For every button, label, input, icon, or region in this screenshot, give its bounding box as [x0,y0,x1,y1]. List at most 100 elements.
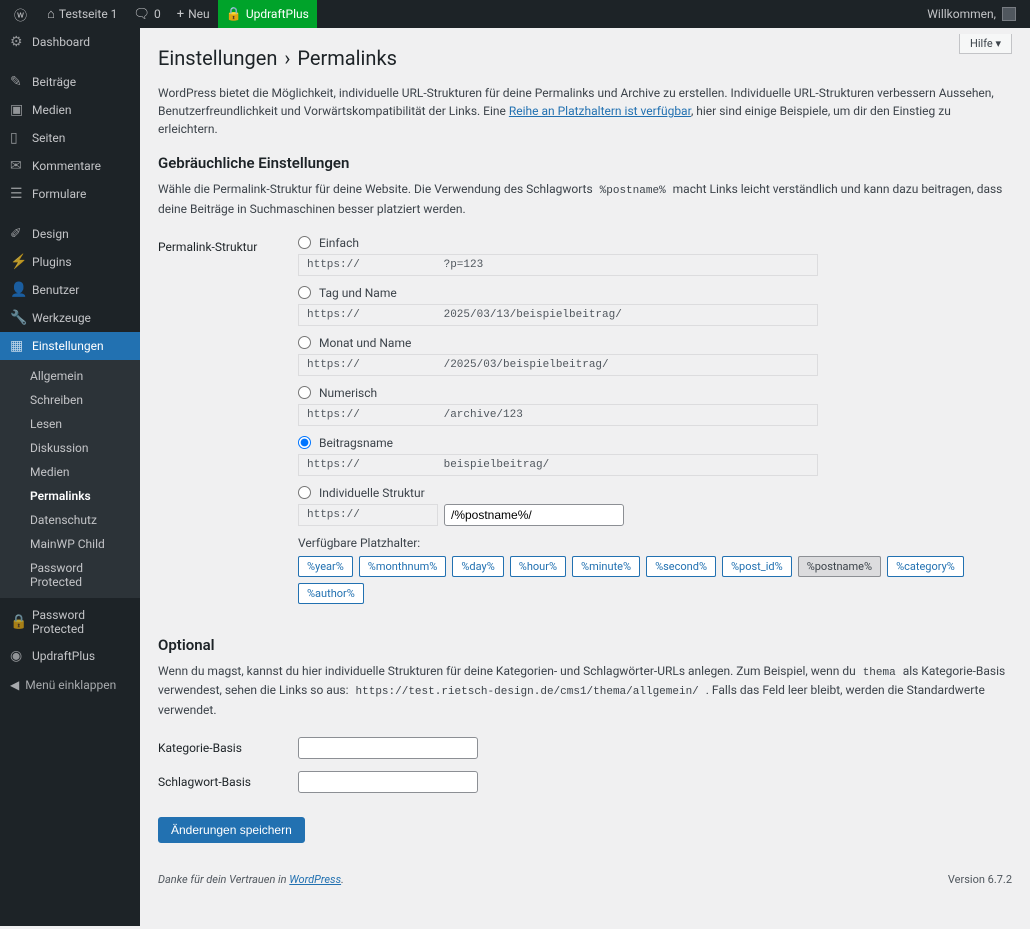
placeholders-label: Verfügbare Platzhalter: [298,536,1012,550]
permalink-radio[interactable] [298,286,311,299]
permalink-option-row: Individuelle Struktur https:// Verfügbare … [298,486,1012,604]
menu-item-benutzer[interactable]: 👤 Benutzer [0,276,140,304]
placeholders-doc-link[interactable]: Reihe an Platzhaltern ist verfügbar [509,104,691,118]
comment-icon: 🗨 [133,7,150,22]
menu-item-updraftplus[interactable]: ◉UpdraftPlus [0,642,140,670]
optional-desc: Wenn du magst, kannst du hier individuel… [158,662,1012,719]
permalink-option-label[interactable]: Tag und Name [298,286,1012,300]
comments-menu[interactable]: 🗨0 [125,0,168,28]
permalink-option-row: Tag und Namehttps:// 2025/03/13/beispiel… [298,286,1012,326]
url-preview: https:// /archive/123 [298,404,818,426]
menu-item-werkzeuge[interactable]: 🔧 Werkzeuge [0,304,140,332]
submenu-item-password protected[interactable]: Password Protected [0,556,140,594]
site-name-menu[interactable]: ⌂ Testseite 1 [39,0,125,28]
submenu-item-diskussion[interactable]: Diskussion [0,436,140,460]
menu-item-beiträge[interactable]: ✎Beiträge [0,68,140,96]
url-prefix: https:// [298,504,438,526]
updraft-label: UpdraftPlus [246,7,309,21]
menu-item-medien[interactable]: ▣Medien [0,96,140,124]
url-preview: https:// beispielbeitrag/ [298,454,818,476]
comments-count: 0 [154,7,161,21]
Kommentare-icon: ✉ [10,158,26,174]
permalink-option-row: Einfach https:// ?p=123 [298,236,1012,276]
permalink-radio[interactable] [298,386,311,399]
submenu-item-lesen[interactable]: Lesen [0,412,140,436]
placeholder-tag[interactable]: %day% [452,556,503,577]
placeholder-tag[interactable]: %post_id% [722,556,792,577]
Dashboard-icon: ⚙ [10,34,26,50]
permalink-option-label[interactable]: Individuelle Struktur [298,486,1012,500]
Formulare-icon: ☰ [10,186,26,202]
Einstellungen-icon: ▦ [10,338,26,354]
placeholder-tag[interactable]: %postname% [798,556,881,577]
UpdraftPlus-icon: ◉ [10,648,26,664]
wordpress-link[interactable]: WordPress [289,873,341,886]
common-settings-desc: Wähle die Permalink-Struktur für deine W… [158,180,1012,218]
menu-item-einstellungen[interactable]: ▦Einstellungen [0,332,140,360]
submenu-item-schreiben[interactable]: Schreiben [0,388,140,412]
category-base-input[interactable] [298,737,478,759]
permalink-radio[interactable] [298,486,311,499]
permalink-option-label[interactable]: Numerisch [298,386,1012,400]
version-text: Version 6.7.2 [948,873,1012,886]
tag-base-input[interactable] [298,771,478,793]
Design-icon: ✐ [10,226,26,242]
site-name: Testseite 1 [59,7,118,21]
intro-text: WordPress bietet die Möglichkeit, indivi… [158,84,1012,138]
url-preview: https:// /2025/03/beispielbeitrag/ [298,354,818,376]
placeholder-tag[interactable]: %second% [646,556,716,577]
structure-label: Permalink-Struktur [158,230,298,620]
lock-icon: 🔒 [226,7,242,22]
admin-bar: ⓦ ⌂Testseite 1 🗨0 +Neu 🔒UpdraftPlus Will… [0,0,1030,28]
placeholder-tag[interactable]: %monthnum% [359,556,447,577]
menu-item-kommentare[interactable]: ✉Kommentare [0,152,140,180]
save-button[interactable]: Änderungen speichern [158,817,305,843]
wordpress-icon: ⓦ [14,5,27,24]
home-icon: ⌂ [47,6,55,22]
updraft-menu[interactable]: 🔒 UpdraftPlus [218,0,317,28]
submenu-item-mainwp child[interactable]: MainWP Child [0,532,140,556]
submenu-item-permalinks[interactable]: Permalinks [0,484,140,508]
placeholder-tag[interactable]: %category% [887,556,964,577]
menu-item-password-protected[interactable]: 🔒 Password Protected [0,602,140,642]
new-content-menu[interactable]: +Neu [169,0,218,28]
category-base-label: Kategorie-Basis [158,731,298,765]
permalink-option-label[interactable]: Monat und Name [298,336,1012,350]
Plugins-icon: ⚡ [10,254,26,270]
menu-item-dashboard[interactable]: ⚙Dashboard [0,28,140,56]
menu-item-seiten[interactable]: ▯Seiten [0,124,140,152]
wp-logo-menu[interactable]: ⓦ [6,0,39,28]
submenu-item-datenschutz[interactable]: Datenschutz [0,508,140,532]
Werkzeuge-icon: 🔧 [10,310,26,326]
permalink-radio[interactable] [298,436,311,449]
content-area: Hilfe Einstellungen › Permalinks WordPre… [140,28,1030,926]
permalink-radio[interactable] [298,336,311,349]
placeholder-tag[interactable]: %year% [298,556,353,577]
optional-heading: Optional [158,636,1012,654]
help-tab[interactable]: Hilfe [959,34,1012,54]
welcome-text: Willkommen, [927,7,996,21]
collapse-menu[interactable]: ◀Menü einklappen [0,670,140,700]
permalink-option-label[interactable]: Einfach [298,236,1012,250]
custom-structure-input[interactable] [444,504,624,526]
user-menu[interactable]: Willkommen, [919,0,1024,28]
permalink-radio[interactable] [298,236,311,249]
submenu-item-medien[interactable]: Medien [0,460,140,484]
menu-label: Benutzer [32,283,79,297]
menu-label: Password Protected [32,608,130,636]
menu-label: Werkzeuge [32,311,91,325]
placeholder-tag[interactable]: %author% [298,583,364,604]
placeholder-tag[interactable]: %hour% [510,556,566,577]
menu-item-plugins[interactable]: ⚡Plugins [0,248,140,276]
collapse-icon: ◀ [10,678,19,692]
menu-item-formulare[interactable]: ☰Formulare [0,180,140,208]
Password Protected-icon: 🔒 [10,614,26,630]
permalink-option-label[interactable]: Beitragsname [298,436,1012,450]
url-preview: https:// ?p=123 [298,254,818,276]
submenu-item-allgemein[interactable]: Allgemein [0,364,140,388]
placeholder-tag[interactable]: %minute% [572,556,640,577]
Benutzer-icon: 👤 [10,282,26,298]
Seiten-icon: ▯ [10,130,26,146]
menu-item-design[interactable]: ✐Design [0,220,140,248]
page-title: Einstellungen › Permalinks [158,46,1012,70]
